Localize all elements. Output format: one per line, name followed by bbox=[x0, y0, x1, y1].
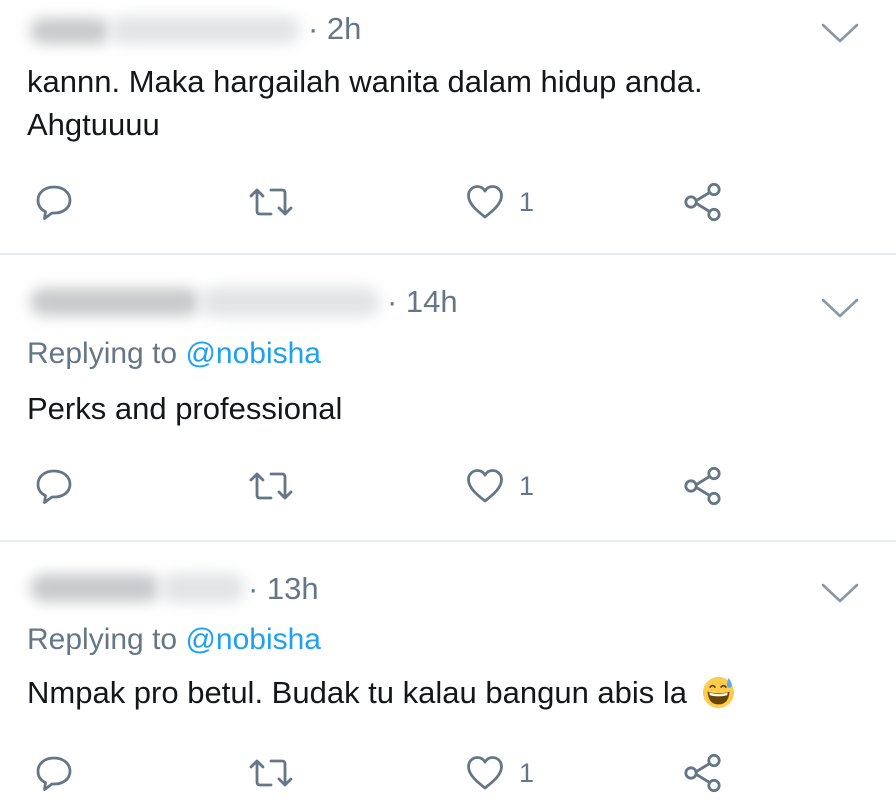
share-icon bbox=[684, 753, 721, 793]
heart-icon bbox=[467, 469, 503, 503]
reply-icon bbox=[36, 185, 72, 220]
reply-tweet[interactable]: · 13h Replying to @nobisha Nmpak pro bet… bbox=[0, 542, 896, 809]
replying-to-label: Replying to bbox=[27, 337, 178, 370]
like-count: 1 bbox=[519, 757, 535, 788]
heart-icon bbox=[467, 185, 503, 219]
replying-to: Replying to @nobisha bbox=[27, 623, 321, 657]
replies-feed: · 2h kannn. Maka hargailah wanita dalam … bbox=[0, 0, 896, 809]
tweet-actions: 1 bbox=[0, 178, 896, 226]
reply-icon bbox=[36, 756, 72, 791]
retweet-button[interactable] bbox=[247, 178, 295, 226]
share-button[interactable] bbox=[682, 462, 724, 510]
tweet-timestamp[interactable]: · 14h bbox=[387, 285, 458, 319]
like-button[interactable]: 1 bbox=[465, 462, 534, 510]
blurred-display-name bbox=[30, 288, 200, 316]
blurred-display-name bbox=[30, 18, 110, 44]
reply-button[interactable] bbox=[34, 749, 74, 797]
retweet-icon bbox=[249, 472, 293, 500]
blurred-handle bbox=[200, 287, 380, 317]
reply-icon bbox=[36, 469, 72, 504]
like-count: 1 bbox=[519, 470, 535, 501]
blurred-handle bbox=[110, 16, 300, 44]
share-button[interactable] bbox=[682, 749, 724, 797]
chevron-down-icon[interactable] bbox=[820, 582, 860, 604]
tweet-actions: 1 bbox=[0, 749, 896, 797]
share-icon bbox=[684, 182, 721, 222]
like-button[interactable]: 1 bbox=[465, 749, 534, 797]
reply-tweet[interactable]: · 14h Replying to @nobisha Perks and pro… bbox=[0, 255, 896, 540]
like-count: 1 bbox=[519, 186, 535, 217]
tweet-text: Nmpak pro betul. Budak tu kalau bangun a… bbox=[27, 675, 688, 710]
tweet-text-line: Ahgtuuuu bbox=[27, 107, 160, 142]
reply-button[interactable] bbox=[34, 462, 74, 510]
retweet-button[interactable] bbox=[247, 749, 295, 797]
replying-to-label: Replying to bbox=[27, 623, 178, 656]
replying-to-handle-link[interactable]: @nobisha bbox=[185, 337, 321, 370]
like-button[interactable]: 1 bbox=[465, 178, 534, 226]
tweet-text-line: Nmpak pro betul. Budak tu kalau bangun a… bbox=[27, 668, 735, 718]
tweet-text-line: Perks and professional bbox=[27, 391, 343, 426]
tweet-timestamp[interactable]: · 13h bbox=[248, 572, 319, 606]
reply-button[interactable] bbox=[34, 178, 74, 226]
share-icon bbox=[684, 466, 721, 506]
blurred-display-name bbox=[30, 574, 160, 602]
grinning-face-with-sweat-emoji bbox=[702, 676, 734, 709]
tweet-timestamp[interactable]: · 2h bbox=[308, 12, 361, 46]
heart-icon bbox=[467, 756, 503, 790]
tweet-actions: 1 bbox=[0, 462, 896, 510]
chevron-down-icon[interactable] bbox=[820, 297, 860, 319]
replying-to: Replying to @nobisha bbox=[27, 337, 321, 371]
share-button[interactable] bbox=[682, 178, 724, 226]
retweet-button[interactable] bbox=[247, 462, 295, 510]
reply-tweet[interactable]: · 2h kannn. Maka hargailah wanita dalam … bbox=[0, 0, 896, 253]
blurred-handle bbox=[160, 573, 245, 603]
retweet-icon bbox=[249, 188, 293, 216]
chevron-down-icon[interactable] bbox=[820, 22, 860, 44]
replying-to-handle-link[interactable]: @nobisha bbox=[185, 623, 321, 656]
retweet-icon bbox=[249, 759, 293, 787]
